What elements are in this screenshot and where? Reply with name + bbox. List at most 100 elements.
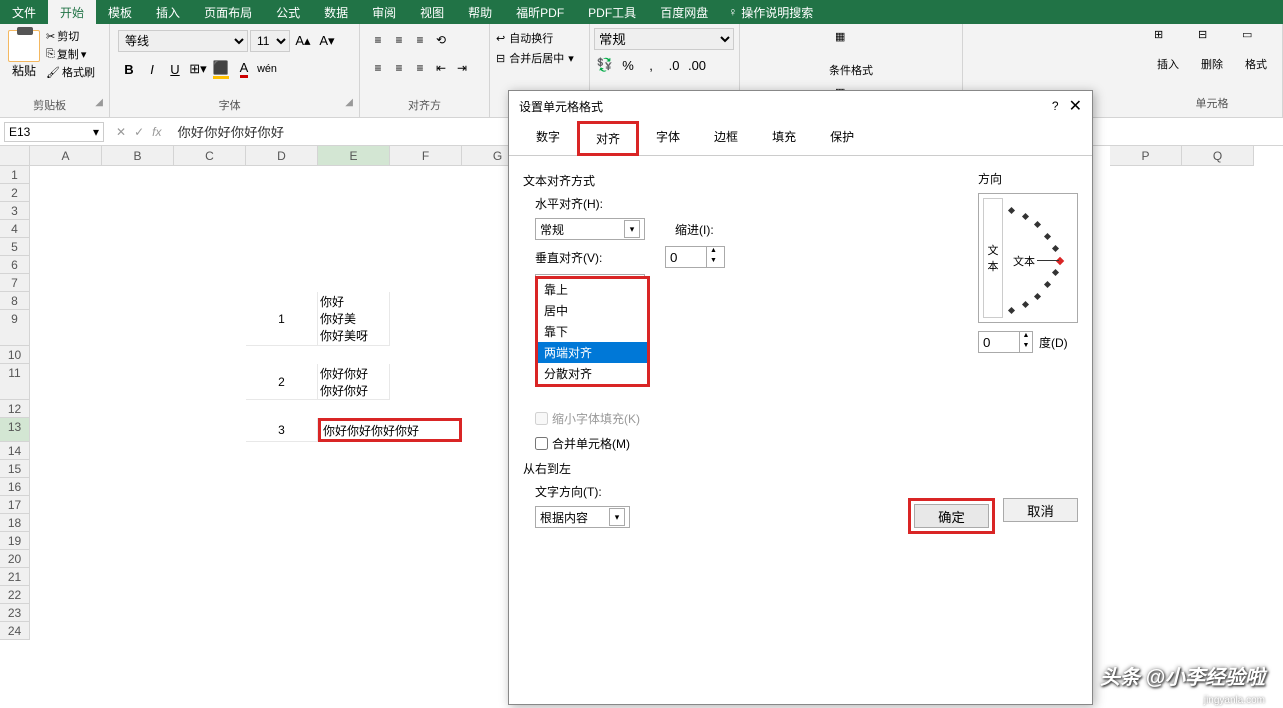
col-header-D[interactable]: D bbox=[246, 146, 318, 166]
cell-E13[interactable]: 你好你好你好你好 bbox=[318, 418, 462, 442]
conditional-format-button[interactable]: ▦ 条件格式 bbox=[744, 26, 958, 82]
cancel-formula-icon[interactable]: ✕ bbox=[116, 125, 126, 139]
increase-font-icon[interactable]: A▴ bbox=[292, 30, 314, 52]
menu-layout[interactable]: 页面布局 bbox=[192, 0, 264, 25]
menu-formula[interactable]: 公式 bbox=[264, 0, 312, 25]
col-header-F[interactable]: F bbox=[390, 146, 462, 166]
tab-fill[interactable]: 填充 bbox=[755, 121, 813, 156]
spinner-up-icon[interactable]: ▲ bbox=[706, 247, 720, 257]
indent-increase-icon[interactable]: ⇥ bbox=[452, 58, 472, 78]
row-header-9[interactable]: 9 bbox=[0, 310, 30, 346]
border-button[interactable]: ⊞▾ bbox=[187, 58, 209, 80]
degree-spinner[interactable]: ▲▼ bbox=[978, 331, 1033, 353]
comma-icon[interactable]: , bbox=[640, 54, 662, 76]
delete-cells-button[interactable]: ⊟删除 bbox=[1190, 28, 1234, 72]
row-header-1[interactable]: 1 bbox=[0, 166, 30, 184]
font-launcher-icon[interactable]: ◢ bbox=[345, 97, 353, 108]
orientation-diagram[interactable]: 文本 文本 bbox=[978, 193, 1078, 323]
align-left-icon[interactable]: ≡ bbox=[368, 58, 388, 78]
bold-button[interactable]: B bbox=[118, 58, 140, 80]
col-header-P[interactable]: P bbox=[1110, 146, 1182, 166]
percent-icon[interactable]: % bbox=[617, 54, 639, 76]
ok-button[interactable]: 确定 bbox=[914, 504, 989, 528]
decrease-decimal-icon[interactable]: .00 bbox=[686, 54, 708, 76]
font-color-button[interactable]: A bbox=[233, 58, 255, 80]
row-header-19[interactable]: 19 bbox=[0, 532, 30, 550]
row-header-8[interactable]: 8 bbox=[0, 292, 30, 310]
row-header-20[interactable]: 20 bbox=[0, 550, 30, 568]
col-header-B[interactable]: B bbox=[102, 146, 174, 166]
italic-button[interactable]: I bbox=[141, 58, 163, 80]
increase-decimal-icon[interactable]: .0 bbox=[663, 54, 685, 76]
format-painter-button[interactable]: 🖌格式刷 bbox=[46, 64, 95, 80]
menu-pdftools[interactable]: PDF工具 bbox=[576, 0, 648, 25]
underline-button[interactable]: U bbox=[164, 58, 186, 80]
tab-number[interactable]: 数字 bbox=[519, 121, 577, 156]
menu-data[interactable]: 数据 bbox=[312, 0, 360, 25]
v-align-option-distributed[interactable]: 分散对齐 bbox=[538, 363, 647, 384]
menu-foxit[interactable]: 福昕PDF bbox=[504, 0, 576, 25]
menu-home[interactable]: 开始 bbox=[48, 0, 96, 25]
copy-button[interactable]: ⎘复制 ▾ bbox=[46, 46, 95, 62]
menu-baidu[interactable]: 百度网盘 bbox=[648, 0, 720, 25]
cell-D13[interactable]: 3 bbox=[246, 418, 318, 442]
tab-alignment[interactable]: 对齐 bbox=[577, 121, 639, 156]
tab-border[interactable]: 边框 bbox=[697, 121, 755, 156]
wrap-text-button[interactable]: ↩自动换行 bbox=[494, 28, 555, 48]
v-align-option-justify[interactable]: 两端对齐 bbox=[538, 342, 647, 363]
merge-checkbox[interactable]: 合并单元格(M) bbox=[535, 435, 1078, 452]
indent-decrease-icon[interactable]: ⇤ bbox=[431, 58, 451, 78]
row-header-12[interactable]: 12 bbox=[0, 400, 30, 418]
shrink-checkbox[interactable]: 缩小字体填充(K) bbox=[535, 410, 1078, 427]
dialog-close-icon[interactable]: ✕ bbox=[1069, 96, 1082, 116]
menu-search[interactable]: ♀ 操作说明搜索 bbox=[728, 4, 813, 21]
name-box-dropdown-icon[interactable]: ▾ bbox=[93, 125, 99, 139]
tab-font[interactable]: 字体 bbox=[639, 121, 697, 156]
col-header-Q[interactable]: Q bbox=[1182, 146, 1254, 166]
v-align-option-top[interactable]: 靠上 bbox=[538, 279, 647, 300]
row-header-22[interactable]: 22 bbox=[0, 586, 30, 604]
font-size-select[interactable]: 11 bbox=[250, 30, 290, 52]
decrease-font-icon[interactable]: A▾ bbox=[316, 30, 338, 52]
fx-icon[interactable]: fx bbox=[152, 125, 161, 139]
select-all-button[interactable] bbox=[0, 146, 30, 166]
align-center-icon[interactable]: ≡ bbox=[389, 58, 409, 78]
row-header-7[interactable]: 7 bbox=[0, 274, 30, 292]
currency-icon[interactable]: 💱 bbox=[594, 54, 616, 76]
row-header-17[interactable]: 17 bbox=[0, 496, 30, 514]
name-box[interactable]: E13 ▾ bbox=[4, 122, 104, 142]
col-header-E[interactable]: E bbox=[318, 146, 390, 166]
row-header-14[interactable]: 14 bbox=[0, 442, 30, 460]
v-align-option-bottom[interactable]: 靠下 bbox=[538, 321, 647, 342]
insert-cells-button[interactable]: ⊞插入 bbox=[1146, 28, 1190, 72]
align-middle-icon[interactable]: ≡ bbox=[389, 30, 409, 50]
row-header-3[interactable]: 3 bbox=[0, 202, 30, 220]
row-header-16[interactable]: 16 bbox=[0, 478, 30, 496]
menu-help[interactable]: 帮助 bbox=[456, 0, 504, 25]
merge-center-button[interactable]: ⊟合并后居中 ▾ bbox=[494, 48, 576, 68]
col-header-C[interactable]: C bbox=[174, 146, 246, 166]
row-header-10[interactable]: 10 bbox=[0, 346, 30, 364]
menu-view[interactable]: 视图 bbox=[408, 0, 456, 25]
number-format-select[interactable]: 常规 bbox=[594, 28, 734, 50]
font-name-select[interactable]: 等线 bbox=[118, 30, 248, 52]
vertical-text-button[interactable]: 文本 bbox=[983, 198, 1003, 318]
col-header-A[interactable]: A bbox=[30, 146, 102, 166]
row-header-11[interactable]: 11 bbox=[0, 364, 30, 400]
cut-button[interactable]: ✂剪切 bbox=[46, 28, 95, 44]
tab-protection[interactable]: 保护 bbox=[813, 121, 871, 156]
row-header-15[interactable]: 15 bbox=[0, 460, 30, 478]
row-header-6[interactable]: 6 bbox=[0, 256, 30, 274]
menu-template[interactable]: 模板 bbox=[96, 0, 144, 25]
confirm-formula-icon[interactable]: ✓ bbox=[134, 125, 144, 139]
cell-D11[interactable]: 2 bbox=[246, 364, 318, 400]
row-header-5[interactable]: 5 bbox=[0, 238, 30, 256]
row-header-13[interactable]: 13 bbox=[0, 418, 30, 442]
menu-review[interactable]: 审阅 bbox=[360, 0, 408, 25]
spinner-down-icon[interactable]: ▼ bbox=[706, 257, 720, 267]
clipboard-launcher-icon[interactable]: ◢ bbox=[95, 97, 103, 108]
fill-color-button[interactable]: ⬛ bbox=[210, 58, 232, 80]
align-right-icon[interactable]: ≡ bbox=[410, 58, 430, 78]
row-header-2[interactable]: 2 bbox=[0, 184, 30, 202]
v-align-option-center[interactable]: 居中 bbox=[538, 300, 647, 321]
